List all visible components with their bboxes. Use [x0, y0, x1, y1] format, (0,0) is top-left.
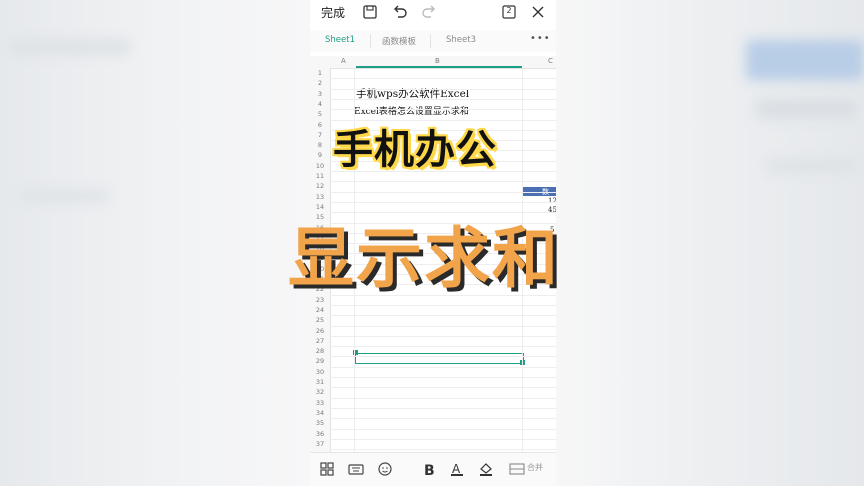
save-icon[interactable]: [361, 3, 379, 21]
blurred-shape: [746, 40, 864, 80]
merge-cells-icon[interactable]: [508, 460, 526, 478]
row-number[interactable]: 34: [310, 409, 330, 417]
row-number[interactable]: 26: [310, 327, 330, 335]
svg-text:B: B: [424, 463, 435, 478]
selected-cell-b28[interactable]: [355, 353, 524, 364]
redo-icon[interactable]: [420, 3, 438, 21]
blurred-shape: [20, 190, 110, 202]
apps-grid-icon[interactable]: [318, 460, 336, 478]
blurred-shape: [10, 40, 130, 54]
tab-divider: [430, 34, 431, 48]
window-count: 2: [506, 6, 512, 15]
done-button[interactable]: 完成: [321, 4, 345, 21]
row-number[interactable]: 7: [310, 131, 330, 139]
bottom-toolbar: B A 合并: [310, 452, 556, 486]
column-label-a[interactable]: A: [341, 57, 346, 65]
selected-column-indicator: [356, 66, 522, 68]
bold-icon[interactable]: B: [420, 460, 438, 478]
row-number[interactable]: 29: [310, 357, 330, 365]
window-count-button[interactable]: 2: [500, 3, 518, 21]
row-number[interactable]: 5: [310, 110, 330, 118]
tab-sheet3[interactable]: Sheet3: [446, 35, 476, 45]
undo-icon[interactable]: [391, 3, 409, 21]
row-number[interactable]: 30: [310, 368, 330, 376]
row-number[interactable]: 6: [310, 121, 330, 129]
merge-label[interactable]: 合并: [527, 462, 543, 473]
row-number[interactable]: 8: [310, 141, 330, 149]
column-header: A B C: [310, 56, 556, 69]
column-label-c[interactable]: C: [548, 57, 553, 65]
cell-b5[interactable]: Excel表格怎么设置显示求和: [354, 104, 469, 117]
row-number[interactable]: 35: [310, 419, 330, 427]
row-number[interactable]: 32: [310, 388, 330, 396]
row-number[interactable]: 12: [310, 182, 330, 190]
row-number[interactable]: 24: [310, 306, 330, 314]
row-number[interactable]: 13: [310, 193, 330, 201]
font-color-icon[interactable]: A: [448, 460, 466, 478]
more-options-button[interactable]: •••: [530, 33, 551, 44]
column-label-b[interactable]: B: [435, 57, 440, 65]
sheet-tabs: Sheet1 函数模板 Sheet3 •••: [310, 30, 556, 52]
tab-sheet1[interactable]: Sheet1: [325, 35, 355, 45]
blurred-shape: [766, 160, 856, 172]
row-number[interactable]: 11: [310, 172, 330, 180]
blurred-background-left: [0, 0, 310, 486]
blurred-background-right: [556, 0, 864, 486]
row-number[interactable]: 36: [310, 430, 330, 438]
emoji-icon[interactable]: [376, 460, 394, 478]
close-icon[interactable]: [529, 3, 547, 21]
top-toolbar: 完成 2: [310, 0, 556, 26]
row-number[interactable]: 3: [310, 90, 330, 98]
blurred-shape: [756, 100, 856, 118]
row-number[interactable]: 10: [310, 162, 330, 170]
tab-function-templates[interactable]: 函数模板: [382, 35, 416, 47]
overlay-title-mobile-office: 手机办公: [333, 127, 497, 173]
row-number[interactable]: 2: [310, 79, 330, 87]
keyboard-icon[interactable]: [347, 460, 365, 478]
fill-color-icon[interactable]: [477, 460, 495, 478]
row-number[interactable]: 37: [310, 440, 330, 448]
tab-divider: [370, 34, 371, 48]
row-number[interactable]: 31: [310, 378, 330, 386]
row-number[interactable]: 9: [310, 151, 330, 159]
row-number[interactable]: 27: [310, 337, 330, 345]
overlay-title-show-sum: 显示求和: [288, 220, 560, 297]
row-number[interactable]: 4: [310, 100, 330, 108]
svg-text:A: A: [452, 462, 461, 476]
row-number[interactable]: 33: [310, 399, 330, 407]
row-number[interactable]: 1: [310, 69, 330, 77]
row-number[interactable]: 28: [310, 347, 330, 355]
row-number[interactable]: 25: [310, 316, 330, 324]
